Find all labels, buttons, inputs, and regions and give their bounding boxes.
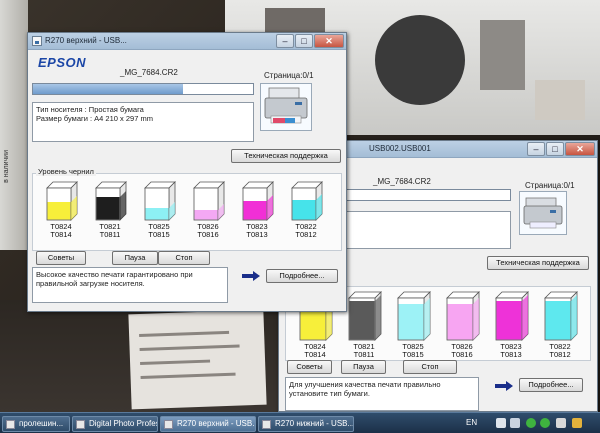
ink-code-alt: T0816 <box>197 230 219 239</box>
minimize-button[interactable]: – <box>527 142 545 156</box>
close-button[interactable]: ✕ <box>565 142 595 156</box>
taskbar-item-label: Digital Photo Profess... <box>89 419 157 428</box>
stop-button[interactable]: Стоп <box>158 251 210 265</box>
ink-cartridge <box>291 181 323 221</box>
ink-code-alt: T0814 <box>304 350 326 359</box>
tech-support-button[interactable]: Техническая поддержка <box>231 149 341 163</box>
ink-cartridge <box>397 291 431 341</box>
background-text: в наличии <box>3 150 10 183</box>
ink-cartridge <box>46 181 78 221</box>
check-icon[interactable] <box>526 418 536 428</box>
ink-code-label: T0826 T0816 <box>442 343 482 359</box>
ink-cartridge <box>544 291 578 341</box>
background-box: в наличии <box>0 0 28 250</box>
taskbar: пролешин... Digital Photo Profess... R27… <box>0 412 600 433</box>
printer-icon <box>32 36 42 46</box>
paper-size-text: Размер бумаги : A4 210 x 297 mm <box>36 114 153 123</box>
printer-status-window-front[interactable]: R270 верхний - USB... – □ ✕ EPSON _MG_76… <box>27 32 347 312</box>
ink-code-alt: T0813 <box>246 230 268 239</box>
taskbar-item[interactable]: R270 верхний - USB... <box>160 416 256 432</box>
status-message-text: Высокое качество печати гарантировано пр… <box>36 270 193 288</box>
pause-button[interactable]: Пауза <box>341 360 386 374</box>
window-title: R270 верхний - USB... <box>45 36 127 45</box>
network-icon[interactable] <box>510 418 520 428</box>
ink-code-alt: T0811 <box>353 350 375 359</box>
ink-cartridge <box>495 291 529 341</box>
media-type-text: Тип носителя : Простая бумага <box>36 105 144 114</box>
tech-support-button[interactable]: Техническая поддержка <box>487 256 589 270</box>
printer-image <box>519 191 567 235</box>
ink-code-label: T0823 T0813 <box>491 343 531 359</box>
epson-logo: EPSON <box>38 55 87 70</box>
ink-code-alt: T0815 <box>402 350 424 359</box>
window-title: USB002.USB001 <box>369 144 431 153</box>
tips-button[interactable]: Советы <box>287 360 332 374</box>
printer-icon <box>164 420 173 429</box>
ink-code-alt: T0813 <box>500 350 522 359</box>
ink-cartridge <box>242 181 274 221</box>
ink-code-alt: T0812 <box>549 350 571 359</box>
taskbar-item-label: пролешин... <box>19 419 64 428</box>
speaker-icon[interactable] <box>556 418 566 428</box>
maximize-button[interactable]: □ <box>295 34 313 48</box>
ink-code-label: T0823 T0813 <box>237 223 277 239</box>
ink-code-label: T0821 T0811 <box>90 223 130 239</box>
ink-cartridge <box>193 181 225 221</box>
ink-level-label: Уровень чернил <box>36 167 96 176</box>
status-message-text: Для улучшения качества печати правильно … <box>289 380 441 398</box>
printer-icon <box>262 420 271 429</box>
printer-tray-icon[interactable] <box>496 418 506 428</box>
page-counter: Страница:0/1 <box>525 181 575 190</box>
arrow-right-icon <box>495 381 513 391</box>
title-bar[interactable]: R270 верхний - USB... – □ ✕ <box>28 33 346 50</box>
ink-code-label: T0824 T0814 <box>41 223 81 239</box>
file-name: _MG_7684.CR2 <box>120 68 178 77</box>
ink-code-label: T0824 T0814 <box>295 343 335 359</box>
background-card <box>128 309 267 410</box>
status-message-box: Для улучшения качества печати правильно … <box>285 377 479 411</box>
ink-code-alt: T0812 <box>295 230 317 239</box>
taskbar-item[interactable]: Digital Photo Profess... <box>72 416 158 432</box>
ink-code-label: T0821 T0811 <box>344 343 384 359</box>
language-indicator[interactable]: EN <box>466 416 477 430</box>
ink-code-alt: T0811 <box>99 230 121 239</box>
ink-cartridge <box>95 181 127 221</box>
print-progress-bar <box>32 83 254 95</box>
ink-code-label: T0822 T0812 <box>286 223 326 239</box>
ink-code-label: T0822 T0812 <box>540 343 580 359</box>
file-name: _MG_7684.CR2 <box>373 177 431 186</box>
shield-icon[interactable] <box>572 418 582 428</box>
ink-code-label: T0826 T0816 <box>188 223 228 239</box>
ink-cartridge <box>446 291 480 341</box>
taskbar-item-label: R270 верхний - USB... <box>177 419 256 428</box>
media-info-box: Тип носителя : Простая бумага Размер бум… <box>32 102 254 142</box>
close-button[interactable]: ✕ <box>314 34 344 48</box>
maximize-button[interactable]: □ <box>546 142 564 156</box>
minimize-button[interactable]: – <box>276 34 294 48</box>
details-button[interactable]: Подробнее... <box>266 269 338 283</box>
details-button[interactable]: Подробнее... <box>519 378 583 392</box>
status-message-box: Высокое качество печати гарантировано пр… <box>32 267 228 303</box>
ink-code-label: T0825 T0815 <box>393 343 433 359</box>
tips-button[interactable]: Советы <box>36 251 86 265</box>
printer-image <box>260 83 312 131</box>
stop-button[interactable]: Стоп <box>403 360 457 374</box>
taskbar-item-label: R270 нижний - USB... <box>275 419 354 428</box>
ink-code-alt: T0816 <box>451 350 473 359</box>
taskbar-item[interactable]: пролешин... <box>2 416 70 432</box>
check-icon[interactable] <box>540 418 550 428</box>
ink-code-label: T0825 T0815 <box>139 223 179 239</box>
ink-cartridge <box>348 291 382 341</box>
app-icon <box>76 420 85 429</box>
page-counter: Страница:0/1 <box>264 71 314 80</box>
ink-code-alt: T0814 <box>50 230 72 239</box>
taskbar-item[interactable]: R270 нижний - USB... <box>258 416 354 432</box>
arrow-right-icon <box>242 271 260 281</box>
ink-code-alt: T0815 <box>148 230 170 239</box>
app-icon <box>6 420 15 429</box>
ink-cartridge <box>144 181 176 221</box>
pause-button[interactable]: Пауза <box>112 251 158 265</box>
